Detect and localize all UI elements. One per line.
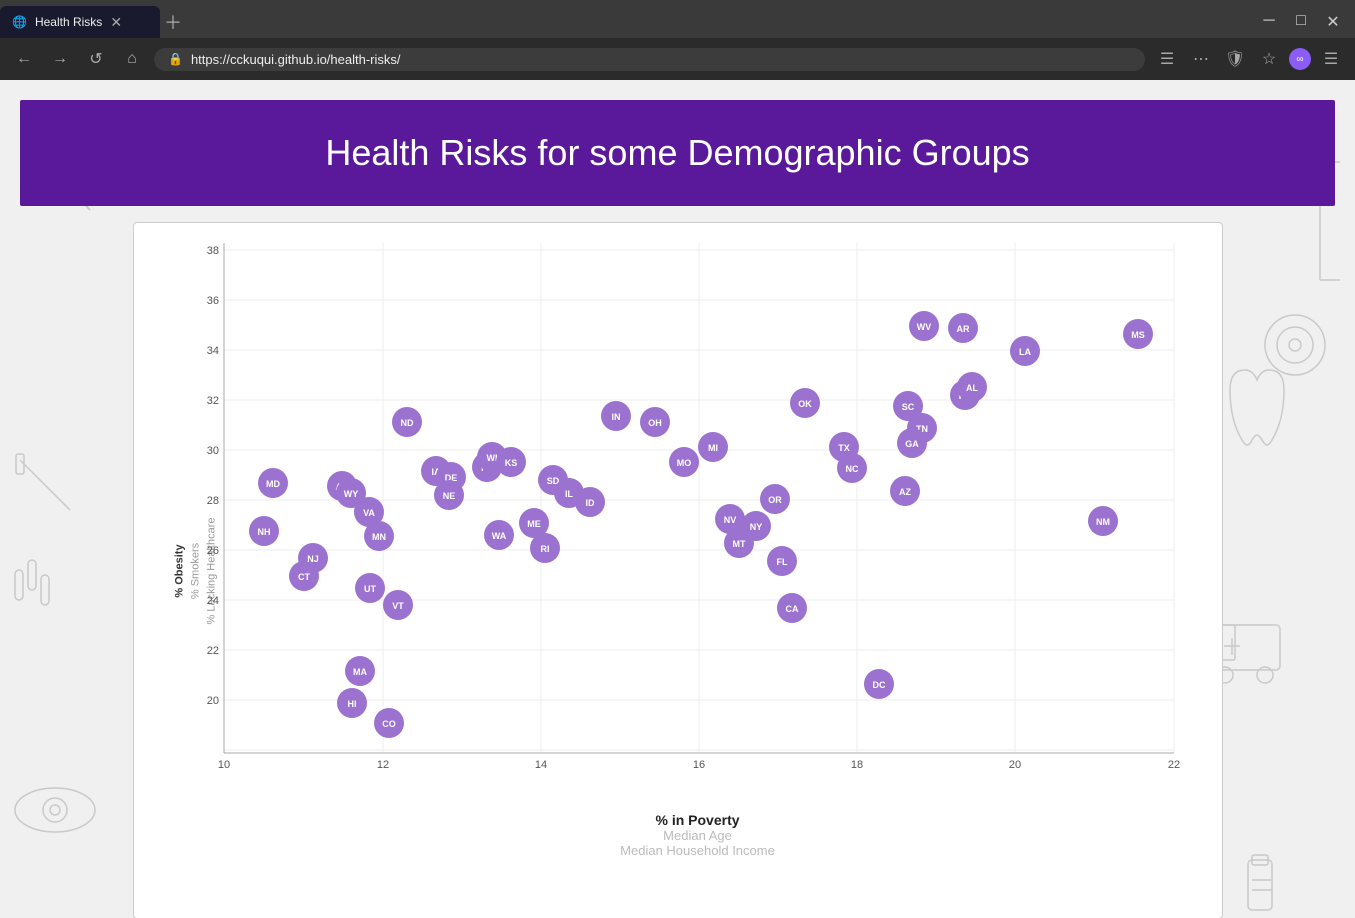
svg-text:FL: FL [776,557,787,567]
svg-text:HI: HI [347,699,356,709]
window-controls: ─ □ ✕ [1255,12,1355,32]
svg-text:16: 16 [692,759,704,771]
svg-text:30: 30 [206,445,218,457]
close-window-button[interactable]: ✕ [1319,12,1347,32]
svg-text:AR: AR [956,324,969,334]
tab-favicon: 🌐 [12,15,27,29]
svg-text:12: 12 [376,759,388,771]
svg-text:22: 22 [206,645,218,657]
chart-area: 38 36 34 32 30 28 26 24 22 20 10 12 14 1… [194,243,1202,858]
svg-text:24: 24 [206,595,218,607]
svg-text:NJ: NJ [307,554,319,564]
svg-text:NE: NE [442,491,455,501]
forward-button[interactable]: → [46,50,74,68]
svg-text:AL: AL [966,383,978,393]
svg-text:WV: WV [916,322,931,332]
svg-text:34: 34 [206,345,218,357]
svg-text:ME: ME [527,519,541,529]
minimize-button[interactable]: ─ [1255,12,1283,32]
svg-text:WA: WA [491,531,506,541]
scatter-chart-svg: 38 36 34 32 30 28 26 24 22 20 10 12 14 1… [194,243,1204,803]
svg-text:CT: CT [298,572,310,582]
svg-text:WI: WI [486,453,497,463]
svg-text:NM: NM [1096,517,1110,527]
svg-text:TX: TX [838,443,850,453]
page: Health Risks for some Demographic Groups… [0,80,1355,918]
svg-text:ID: ID [585,498,595,508]
svg-text:MD: MD [266,479,280,489]
tab-close-button[interactable]: ✕ [110,14,122,31]
svg-text:CO: CO [382,719,396,729]
chart-container: % Obesity % Smokers % Lacking Healthcare [133,222,1223,918]
page-content: Health Risks for some Demographic Groups… [0,80,1355,918]
x-axis-label-poverty: % in Poverty [194,812,1202,828]
svg-text:RI: RI [540,544,549,554]
svg-text:IN: IN [611,412,620,422]
svg-text:VA: VA [363,508,375,518]
shield-icon[interactable]: 🛡 [1221,49,1249,69]
svg-text:20: 20 [1008,759,1020,771]
svg-text:AZ: AZ [899,487,911,497]
navigation-bar: ← → ↺ ⌂ 🔒 https://cckuqui.github.io/heal… [0,38,1355,80]
x-axis-label-age: Median Age [194,828,1202,843]
svg-text:CA: CA [785,604,798,614]
star-icon[interactable]: ☆ [1255,49,1283,69]
svg-text:OH: OH [648,418,662,428]
svg-text:KS: KS [504,458,517,468]
svg-text:28: 28 [206,495,218,507]
bookmarks-icon[interactable]: ☰ [1153,49,1181,69]
maximize-button[interactable]: □ [1287,12,1315,32]
profile-avatar[interactable]: ∞ [1289,48,1311,70]
svg-text:OK: OK [798,399,812,409]
svg-text:WY: WY [343,489,358,499]
svg-text:NY: NY [749,522,762,532]
browser-chrome: 🌐 Health Risks ✕ ＋ ─ □ ✕ ← → ↺ ⌂ 🔒 https… [0,0,1355,80]
page-title: Health Risks for some Demographic Groups [40,132,1315,174]
svg-text:26: 26 [206,545,218,557]
x-axis-label-income: Median Household Income [194,843,1202,858]
svg-text:10: 10 [217,759,229,771]
svg-text:MI: MI [708,443,718,453]
svg-text:VT: VT [392,601,404,611]
lock-icon: 🔒 [168,52,183,66]
svg-text:OR: OR [768,495,782,505]
svg-text:MN: MN [372,532,386,542]
svg-text:SC: SC [901,402,914,412]
svg-text:20: 20 [206,695,218,707]
x-axis-title-group: % in Poverty Median Age Median Household… [194,812,1202,858]
svg-text:NC: NC [845,464,858,474]
svg-text:22: 22 [1167,759,1179,771]
tab-bar: 🌐 Health Risks ✕ ＋ ─ □ ✕ [0,0,1355,38]
svg-text:DC: DC [872,680,885,690]
new-tab-button[interactable]: ＋ [164,9,182,35]
svg-text:14: 14 [534,759,546,771]
address-bar[interactable]: 🔒 https://cckuqui.github.io/health-risks… [154,48,1145,71]
nav-right-controls: ☰ ⋯ 🛡 ☆ ∞ ☰ [1153,48,1345,70]
home-button[interactable]: ⌂ [118,50,146,68]
svg-text:MA: MA [353,667,367,677]
svg-text:32: 32 [206,395,218,407]
svg-text:18: 18 [850,759,862,771]
svg-text:LA: LA [1019,347,1031,357]
svg-text:NV: NV [723,515,736,525]
svg-text:NH: NH [257,527,270,537]
svg-text:MT: MT [732,539,745,549]
svg-text:IL: IL [565,489,574,499]
refresh-button[interactable]: ↺ [82,49,110,69]
tab-title: Health Risks [35,15,102,29]
extensions-icon[interactable]: ⋯ [1187,49,1215,69]
svg-text:GA: GA [905,439,919,449]
active-tab[interactable]: 🌐 Health Risks ✕ [0,6,160,38]
svg-text:36: 36 [206,295,218,307]
back-button[interactable]: ← [10,50,38,68]
svg-text:38: 38 [206,245,218,257]
svg-text:MO: MO [676,458,691,468]
url-display: https://cckuqui.github.io/health-risks/ [191,52,401,67]
header-banner: Health Risks for some Demographic Groups [20,100,1335,206]
svg-text:MS: MS [1131,330,1145,340]
menu-icon[interactable]: ☰ [1317,49,1345,69]
svg-text:ND: ND [400,418,413,428]
svg-text:UT: UT [364,584,376,594]
y-axis-label-obesity: % Obesity [173,544,185,597]
